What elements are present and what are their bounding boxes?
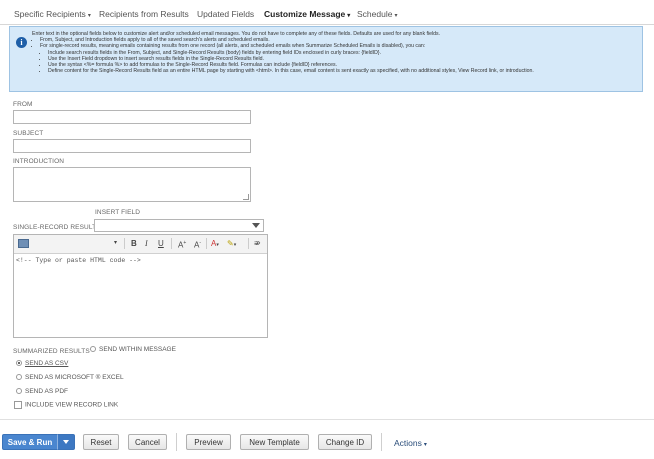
radio-label: SEND AS MICROSOFT ® EXCEL [25, 374, 124, 381]
resize-handle-icon[interactable] [243, 194, 249, 200]
tab-updated-fields[interactable]: Updated Fields [197, 9, 254, 19]
info-subbullet: Define content for the Single-Record Res… [48, 68, 636, 74]
font-size-increase-icon[interactable]: A+ [178, 239, 186, 250]
actions-label: Actions [394, 438, 422, 448]
toolbar-separator [248, 238, 249, 249]
info-box: i Enter text in the optional fields belo… [9, 26, 643, 92]
preview-button[interactable]: Preview [186, 434, 231, 450]
info-bullet: For single-record results, meaning email… [40, 43, 636, 74]
tab-recipients-from-results[interactable]: Recipients from Results [99, 9, 189, 19]
chevron-down-icon [252, 223, 260, 228]
tab-label: Customize Message [264, 9, 346, 19]
radio-icon[interactable] [16, 388, 22, 395]
chevron-down-icon: ▾ [87, 13, 91, 19]
change-id-button[interactable]: Change ID [318, 434, 372, 450]
checkbox-icon[interactable] [14, 401, 22, 409]
radio-icon[interactable] [90, 346, 96, 353]
from-input[interactable] [13, 110, 251, 124]
info-icon: i [16, 37, 27, 48]
editor-toolbar: ▾ B I U A+ A- A▾ ✎▾ ≡ » [14, 235, 267, 254]
tab-customize-message[interactable]: Customize Message ▾ [264, 9, 350, 19]
bold-icon[interactable]: B [131, 239, 137, 248]
chevron-down-icon [63, 440, 69, 444]
font-size-decrease-icon[interactable]: A- [194, 239, 201, 250]
radio-send-as-csv[interactable]: SEND AS CSV [16, 360, 68, 367]
summarized-results-label: SUMMARIZED RESULTS [13, 348, 90, 355]
single-record-results-editor: ▾ B I U A+ A- A▾ ✎▾ ≡ » <!-- Type or pas… [13, 234, 268, 338]
info-text: Enter text in the optional fields below … [32, 31, 636, 74]
introduction-textarea[interactable] [13, 167, 251, 202]
tab-label: Recipients from Results [99, 9, 189, 19]
divider [0, 419, 654, 420]
italic-icon[interactable]: I [145, 239, 148, 248]
single-record-results-label: SINGLE-RECORD RESULTS [13, 224, 101, 231]
actions-menu[interactable]: Actions ▾ [394, 438, 427, 448]
toolbar-separator [206, 238, 207, 249]
chevron-down-icon: ▾ [423, 442, 427, 448]
radio-label: SEND WITHIN MESSAGE [99, 346, 176, 353]
toolbar-separator [124, 238, 125, 249]
subtab-bar: Specific Recipients ▾ Recipients from Res… [0, 0, 654, 25]
new-template-button[interactable]: New Template [240, 434, 309, 450]
tab-label: Specific Recipients [14, 9, 86, 19]
insert-field-label: INSERT FIELD [95, 209, 141, 216]
from-label: FROM [13, 101, 33, 108]
tab-label: Updated Fields [197, 9, 255, 19]
highlight-color-icon[interactable]: ✎▾ [227, 239, 236, 250]
subject-label: SUBJECT [13, 130, 44, 137]
toolbar-dropdown-icon[interactable]: ▾ [114, 239, 117, 248]
save-and-run-button[interactable]: Save & Run [2, 434, 58, 450]
checkbox-label: INCLUDE VIEW RECORD LINK [25, 401, 119, 409]
subject-input[interactable] [13, 139, 251, 153]
tab-specific-recipients[interactable]: Specific Recipients ▾ [14, 9, 91, 19]
insert-field-dropdown[interactable] [94, 219, 264, 232]
include-view-record-link-checkbox[interactable]: INCLUDE VIEW RECORD LINK [14, 401, 118, 409]
radio-icon[interactable] [16, 360, 22, 367]
radio-send-as-pdf[interactable]: SEND AS PDF [16, 388, 68, 395]
tab-label: Schedule [357, 9, 393, 19]
underline-icon[interactable]: U [158, 239, 164, 248]
reset-button[interactable]: Reset [83, 434, 119, 450]
info-bullet-text: For single-record results, meaning email… [40, 43, 426, 50]
font-color-icon[interactable]: A▾ [211, 239, 219, 250]
toolbar-separator [171, 238, 172, 249]
radio-send-as-excel[interactable]: SEND AS MICROSOFT ® EXCEL [16, 374, 124, 381]
radio-label: SEND AS CSV [25, 360, 69, 367]
radio-label: SEND AS PDF [25, 388, 68, 395]
chevron-down-icon: ▾ [347, 13, 351, 19]
radio-icon[interactable] [16, 374, 22, 381]
divider [381, 433, 382, 451]
more-tools-icon[interactable]: » [256, 238, 260, 247]
divider [176, 433, 177, 451]
radio-send-within-message[interactable]: SEND WITHIN MESSAGE [90, 346, 176, 353]
chevron-down-icon: ▾ [394, 13, 398, 19]
introduction-label: INTRODUCTION [13, 158, 65, 165]
editor-placeholder-text[interactable]: <!-- Type or paste HTML code --> [16, 257, 141, 264]
cancel-button[interactable]: Cancel [128, 434, 167, 450]
tab-schedule[interactable]: Schedule ▾ [357, 9, 397, 19]
image-icon[interactable] [18, 239, 29, 248]
save-options-dropdown[interactable] [57, 434, 75, 450]
